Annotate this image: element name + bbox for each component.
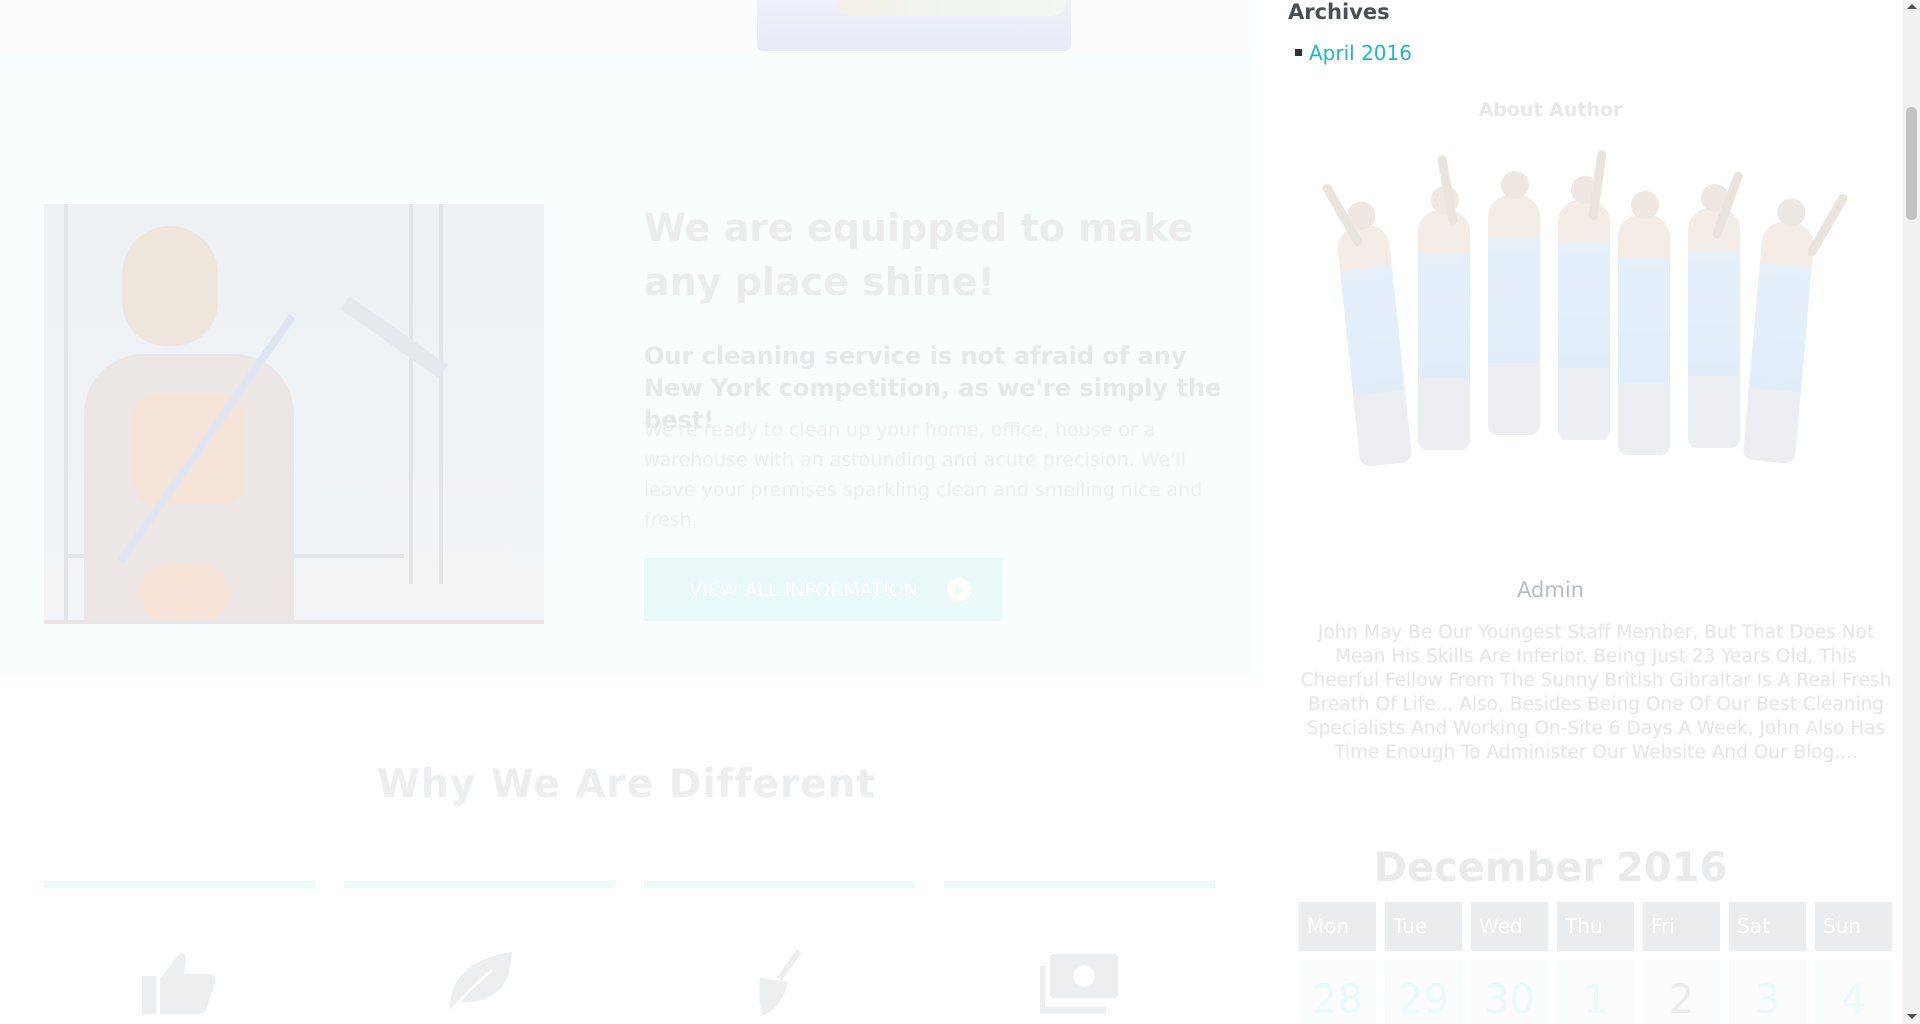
weekday-thu: Thu: [1557, 902, 1634, 951]
archives-title: Archives: [1288, 0, 1390, 24]
window-frame: [64, 204, 68, 620]
calendar-day[interactable]: 28: [1299, 960, 1376, 1024]
cleaning-team-photo: [1293, 149, 1873, 530]
weekday-tue: Tue: [1385, 902, 1462, 951]
feature-description: We're ready to clean up your home, offic…: [644, 419, 1203, 531]
author-name: Admin: [1517, 578, 1584, 602]
money-icon: [1039, 954, 1118, 1013]
calendar-day[interactable]: 4: [1815, 960, 1892, 1024]
broom-icon: [758, 949, 801, 1016]
feature-section: We are equipped to make any place shine!…: [0, 51, 1253, 676]
raised-arm: [1806, 192, 1849, 258]
team-member: [1335, 200, 1413, 468]
calendar-day[interactable]: 29: [1385, 960, 1462, 1024]
calendar-weekdays: Mon Tue Wed Thu Fri Sat Sun: [1299, 902, 1893, 951]
calendar-day[interactable]: 30: [1471, 960, 1548, 1024]
thumbs-up-icon: [141, 953, 215, 1014]
calendar-title: December 2016: [1373, 845, 1728, 891]
feature-card: [644, 881, 915, 1024]
squeegee-head: [340, 296, 448, 378]
calendar-day[interactable]: 2: [1643, 960, 1720, 1024]
archive-link-april-2016[interactable]: April 2016: [1309, 41, 1412, 65]
weekday-sun: Sun: [1815, 902, 1892, 951]
team-member: [1418, 186, 1470, 450]
team-member: [1742, 197, 1816, 464]
person-head: [122, 226, 218, 346]
weekday-fri: Fri: [1643, 902, 1720, 951]
calendar-day[interactable]: 1: [1557, 960, 1634, 1024]
vertical-scrollbar[interactable]: [1903, 0, 1920, 1024]
scroll-up-arrow-icon[interactable]: [1907, 4, 1917, 9]
weekday-mon: Mon: [1299, 902, 1376, 951]
top-section: [0, 0, 1253, 51]
author-bio: John May Be Our Youngest Staff Member, B…: [1300, 622, 1892, 763]
sidebar: Archives April 2016 About Author Admin J…: [1253, 0, 1903, 1024]
section-title: Why We Are Different: [376, 762, 877, 807]
arrow-circle-right-icon: [947, 578, 971, 602]
about-author-title: About Author: [1478, 99, 1623, 121]
cleaner-photo: [44, 204, 544, 624]
list-bullet: [1295, 49, 1302, 56]
page: We are equipped to make any place shine!…: [0, 0, 1920, 1024]
feature-card: [944, 881, 1215, 1024]
leaf-icon: [448, 952, 512, 1013]
calendar-day[interactable]: 3: [1729, 960, 1806, 1024]
weekday-wed: Wed: [1471, 902, 1548, 951]
view-all-information-button[interactable]: VIEW ALL INFORMATION: [644, 558, 1002, 621]
feature-title: We are equipped to make any place shine!: [644, 206, 1194, 304]
window-frame: [409, 204, 413, 584]
header-image: [757, 0, 1071, 51]
feature-card: [44, 881, 315, 1024]
window-frame: [439, 204, 443, 584]
weekday-sat: Sat: [1729, 902, 1806, 951]
scroll-down-arrow-icon[interactable]: [1907, 1014, 1917, 1019]
button-label: VIEW ALL INFORMATION: [689, 578, 918, 601]
feature-card: [344, 881, 615, 1024]
scrollbar-thumb[interactable]: [1906, 107, 1917, 220]
team-member: [1688, 184, 1740, 448]
team-member: [1618, 191, 1670, 455]
team-member: [1488, 171, 1540, 435]
glove: [139, 564, 229, 620]
team-member: [1558, 176, 1610, 440]
